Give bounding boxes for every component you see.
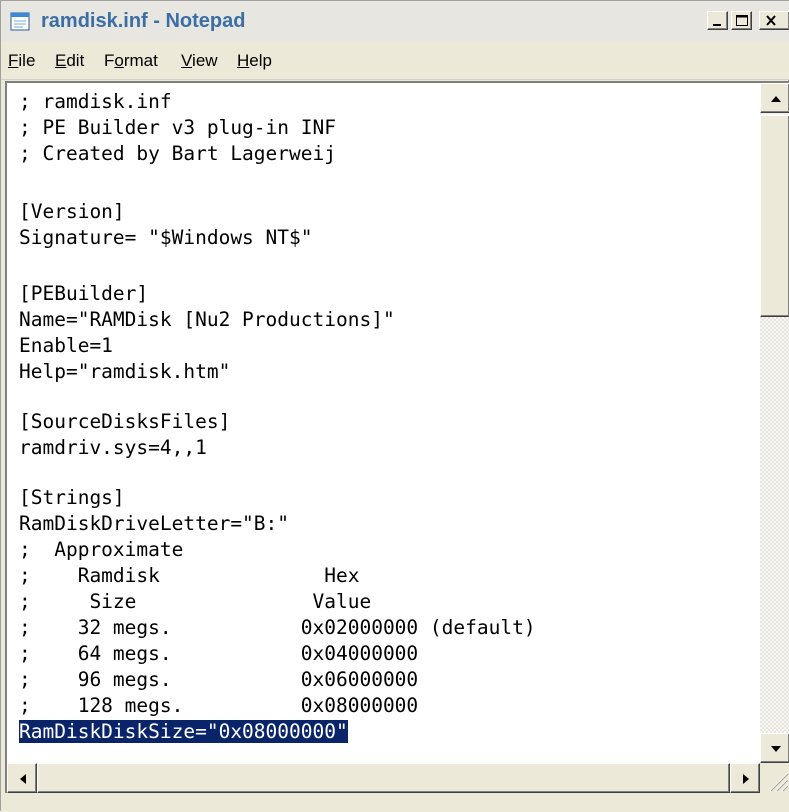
menu-help-label: elp <box>249 51 272 70</box>
minimize-button[interactable] <box>707 11 728 30</box>
text-line: ; Size Value <box>19 590 372 613</box>
text-line: [PEBuilder] <box>19 282 149 305</box>
scroll-down-button[interactable] <box>760 733 789 763</box>
menu-file[interactable]: File <box>8 51 35 71</box>
minimize-icon <box>713 24 721 26</box>
resize-grip[interactable] <box>760 763 789 793</box>
scroll-down-arrow-icon <box>771 746 781 752</box>
text-line: Help="ramdisk.htm" <box>19 360 231 383</box>
horizontal-scrollbar[interactable] <box>7 763 760 793</box>
text-line: Signature= "$Windows NT$" <box>19 226 313 249</box>
text-line: ; Created by Bart Lagerweij <box>19 142 336 165</box>
vertical-scroll-thumb[interactable] <box>760 115 789 317</box>
menu-format-mnemonic: o <box>114 51 124 70</box>
text-line: ; Ramdisk Hex <box>19 564 360 587</box>
text-line: [SourceDisksFiles] <box>19 410 231 433</box>
selected-text-line[interactable]: RamDiskDiskSize="0x08000000" <box>19 719 348 743</box>
text-line: Name="RAMDisk [Nu2 Productions]" <box>19 308 395 331</box>
text-line: Enable=1 <box>19 334 113 357</box>
close-button[interactable] <box>759 11 789 30</box>
window-bottom-border <box>1 793 789 812</box>
text-selection[interactable]: RamDiskDiskSize="0x08000000" <box>19 720 348 743</box>
menu-file-mnemonic: F <box>8 51 19 70</box>
text-line: ramdriv.sys=4,,1 <box>19 436 207 459</box>
menu-help-mnemonic: H <box>237 51 250 70</box>
text-editor[interactable]: ; ramdisk.inf ; PE Builder v3 plug-in IN… <box>7 83 759 743</box>
title-bar[interactable]: ramdisk.inf - Notepad <box>1 1 789 41</box>
text-line: ; Approximate <box>19 538 184 561</box>
menu-edit-label: dit <box>66 51 85 70</box>
text-line: [Strings] <box>19 486 125 509</box>
menu-edit-mnemonic: E <box>55 51 67 70</box>
horizontal-scroll-thumb[interactable] <box>37 763 730 793</box>
scroll-right-arrow-icon <box>743 774 749 784</box>
text-line: [Version] <box>19 200 125 223</box>
scroll-up-arrow-icon <box>771 96 781 102</box>
window-title: ramdisk.inf - Notepad <box>41 10 246 32</box>
close-icon <box>766 15 776 26</box>
menu-file-label: ile <box>18 51 36 70</box>
notepad-window: ramdisk.inf - Notepad File Edit Format V… <box>0 0 789 812</box>
menu-view-mnemonic: V <box>181 51 193 70</box>
text-line: ; 96 megs. 0x06000000 <box>19 668 419 691</box>
vertical-scrollbar[interactable] <box>760 83 789 763</box>
menu-view[interactable]: View <box>181 51 218 71</box>
scroll-right-button[interactable] <box>730 763 760 793</box>
text-line: ; 128 megs. 0x08000000 <box>19 694 419 717</box>
text-line: ; ramdisk.inf <box>19 90 172 113</box>
text-line: ; PE Builder v3 plug-in INF <box>19 116 336 139</box>
menu-format[interactable]: Format <box>104 51 158 71</box>
menu-help[interactable]: Help <box>237 51 272 71</box>
resize-grip-icon <box>769 772 789 792</box>
text-line: RamDiskDriveLetter="B:" <box>19 512 290 535</box>
menu-format-prefix: F <box>104 51 115 70</box>
scroll-left-arrow-icon <box>20 774 26 784</box>
menu-edit[interactable]: Edit <box>55 51 84 71</box>
maximize-button[interactable] <box>731 11 752 30</box>
menu-format-label: rmat <box>123 51 158 70</box>
menu-bar: File Edit Format View Help <box>1 41 789 80</box>
text-line: ; 64 megs. 0x04000000 <box>19 642 419 665</box>
scroll-up-button[interactable] <box>760 83 789 113</box>
text-line: ; 32 megs. 0x02000000 (default) <box>19 616 536 639</box>
maximize-icon <box>736 15 748 26</box>
menu-view-label: iew <box>192 51 218 70</box>
notepad-icon[interactable] <box>9 10 33 32</box>
scroll-left-button[interactable] <box>7 763 37 793</box>
